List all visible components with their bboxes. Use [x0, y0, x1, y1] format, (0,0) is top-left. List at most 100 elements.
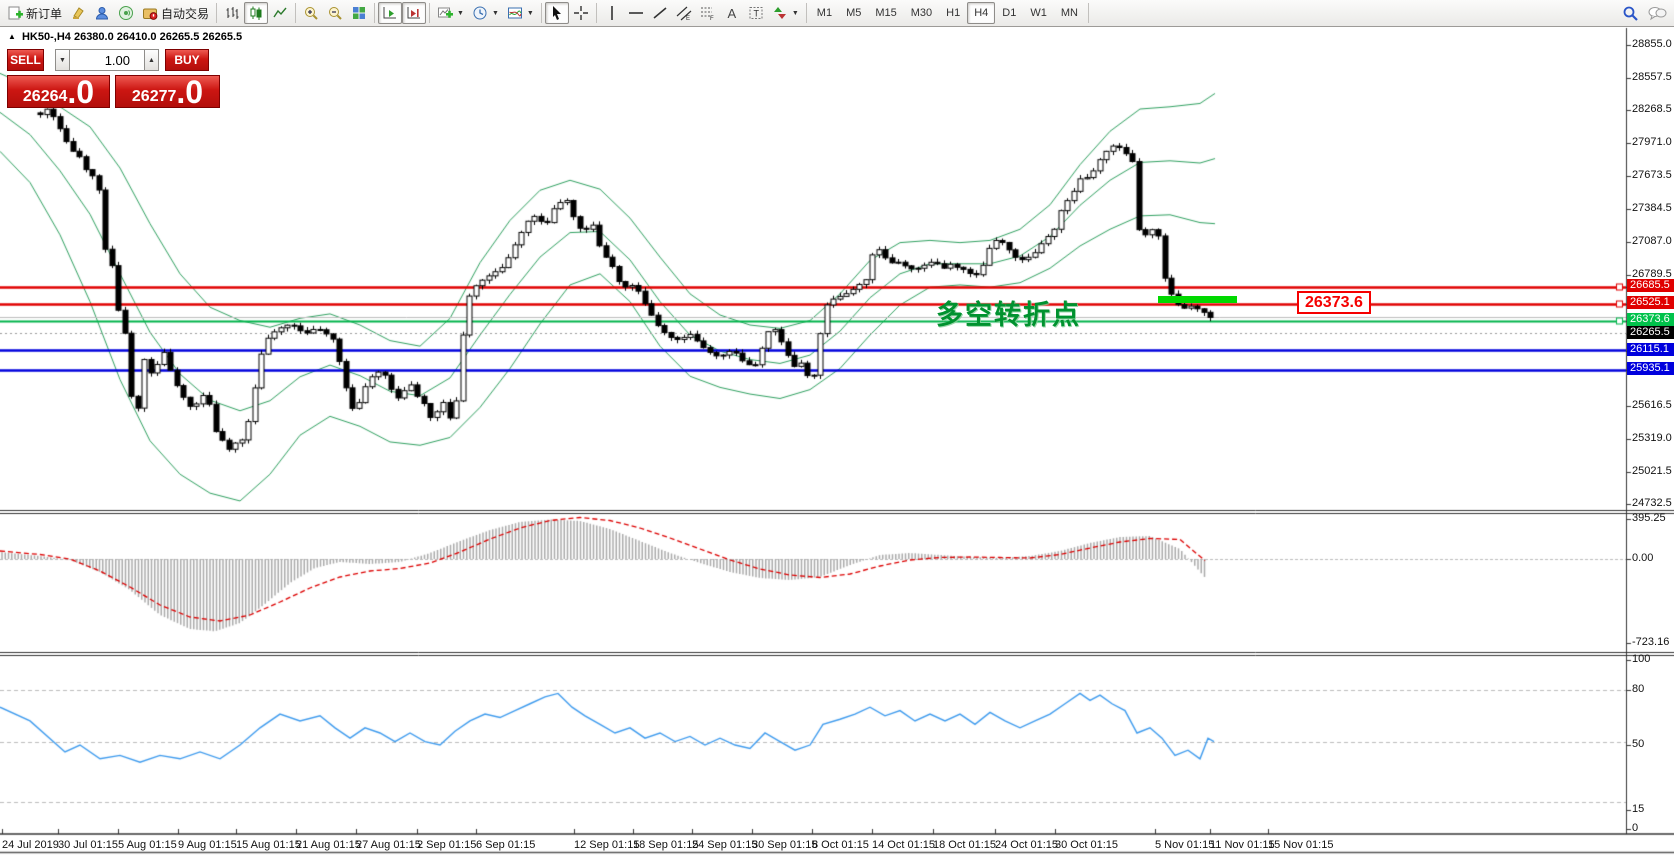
volume-increase-button[interactable]: ▲: [144, 49, 159, 71]
mt4-window: { "toolbar": { "new_order_label": "新订单",…: [0, 0, 1674, 863]
indicators-icon: [437, 5, 453, 21]
auto-scroll-icon: [382, 5, 398, 21]
toolbar-separator: [596, 3, 597, 23]
new-order-icon: [7, 5, 23, 21]
signals-icon: [118, 5, 134, 21]
fibonacci-tool-button[interactable]: F: [696, 2, 720, 24]
fibonacci-icon: F: [700, 5, 716, 21]
auto-scroll-button[interactable]: [378, 2, 402, 24]
volume-decrease-button[interactable]: ▼: [55, 49, 70, 71]
signals-button[interactable]: [114, 2, 138, 24]
timeframe-M15[interactable]: M15: [868, 2, 903, 24]
auto-trading-button[interactable]: 自动交易: [138, 2, 213, 24]
svg-text:T: T: [753, 9, 759, 19]
toolbar-separator: [1088, 3, 1089, 23]
line-chart-mode-button[interactable]: [268, 2, 292, 24]
timeframe-H4[interactable]: H4: [967, 2, 995, 24]
sell-price-frac: .0: [67, 80, 94, 105]
buy-price-frac: .0: [176, 80, 203, 105]
sell-price-display[interactable]: 26264.0: [7, 75, 110, 108]
vertical-line-tool-button[interactable]: [600, 2, 624, 24]
chat-button[interactable]: [1643, 2, 1671, 24]
timeframe-H1[interactable]: H1: [939, 2, 967, 24]
vertical-line-icon: [604, 5, 620, 21]
sell-price-int: 26264: [23, 89, 68, 105]
trendline-icon: [652, 5, 668, 21]
dropdown-caret-icon: ▼: [527, 10, 534, 17]
crosshair-tool-button[interactable]: [569, 2, 593, 24]
zoom-in-icon: [303, 5, 319, 21]
timeframe-M30[interactable]: M30: [904, 2, 939, 24]
buy-price-display[interactable]: 26277.0: [115, 75, 220, 108]
main-toolbar: 新订单 自动交易 ▼ ▼ ▼ E F A T ▼ M1M5M15M30H1H4D…: [0, 0, 1674, 27]
svg-text:F: F: [710, 16, 714, 21]
clock-icon: [472, 5, 488, 21]
horizontal-line-icon: [628, 5, 644, 21]
timeframe-group: M1M5M15M30H1H4D1W1MN: [810, 2, 1085, 24]
label-icon: T: [748, 5, 764, 21]
toolbar-separator: [806, 3, 807, 23]
buy-price-int: 26277: [132, 89, 177, 105]
zoom-out-icon: [327, 5, 343, 21]
timeframe-D1[interactable]: D1: [995, 2, 1023, 24]
candlestick-mode-button[interactable]: [244, 2, 268, 24]
sell-button[interactable]: SELL: [7, 49, 44, 71]
svg-text:E: E: [686, 16, 690, 21]
buy-button[interactable]: BUY: [165, 49, 209, 71]
text-icon: A: [728, 6, 737, 21]
chart-shift-button[interactable]: [402, 2, 426, 24]
turning-point-annotation: 多空转折点: [936, 293, 1081, 332]
toolbar-separator: [295, 3, 296, 23]
tile-windows-button[interactable]: [347, 2, 371, 24]
indicators-button[interactable]: ▼: [433, 2, 468, 24]
text-tool-button[interactable]: A: [720, 2, 744, 24]
dropdown-caret-icon: ▼: [792, 10, 799, 17]
trendline-tool-button[interactable]: [648, 2, 672, 24]
dropdown-caret-icon: ▼: [492, 10, 499, 17]
arrows-tool-button[interactable]: ▼: [768, 2, 803, 24]
zoom-out-button[interactable]: [323, 2, 347, 24]
candlestick-icon: [248, 5, 264, 21]
profiles-button[interactable]: [90, 2, 114, 24]
line-chart-icon: [272, 5, 288, 21]
channel-tool-button[interactable]: E: [672, 2, 696, 24]
toolbar-separator: [374, 3, 375, 23]
chat-icon: [1647, 5, 1667, 21]
toolbar-separator: [541, 3, 542, 23]
volume-input[interactable]: [70, 49, 144, 71]
search-button[interactable]: [1618, 2, 1643, 24]
new-order-button[interactable]: 新订单: [3, 2, 66, 24]
templates-icon: [507, 5, 523, 21]
highlighter-button[interactable]: [66, 2, 90, 24]
templates-button[interactable]: ▼: [503, 2, 538, 24]
crosshair-icon: [573, 5, 589, 21]
highlighter-icon: [70, 5, 86, 21]
cursor-icon: [549, 5, 565, 21]
timeframe-MN[interactable]: MN: [1054, 2, 1085, 24]
label-tool-button[interactable]: T: [744, 2, 768, 24]
collapse-trade-panel-icon[interactable]: ▲: [8, 32, 16, 41]
profiles-icon: [94, 5, 110, 21]
chart-title-symbol: HK50-,H4: [22, 31, 71, 43]
periods-button[interactable]: ▼: [468, 2, 503, 24]
search-icon: [1622, 5, 1639, 22]
timeframe-W1[interactable]: W1: [1023, 2, 1054, 24]
chart-title: ▲ HK50-,H4 26380.0 26410.0 26265.5 26265…: [8, 31, 242, 43]
new-order-label: 新订单: [26, 5, 62, 22]
one-click-trade-panel: SELL ▼ ▲ BUY 26264.0 26277.0: [7, 49, 221, 108]
cursor-tool-button[interactable]: [545, 2, 569, 24]
bar-chart-mode-button[interactable]: [220, 2, 244, 24]
arrows-icon: [772, 5, 788, 21]
horizontal-line-tool-button[interactable]: [624, 2, 648, 24]
tile-windows-icon: [351, 5, 367, 21]
bar-chart-icon: [224, 5, 240, 21]
auto-trading-icon: [142, 5, 158, 21]
dropdown-caret-icon: ▼: [457, 10, 464, 17]
timeframe-M1[interactable]: M1: [810, 2, 839, 24]
zoom-in-button[interactable]: [299, 2, 323, 24]
chart-canvas[interactable]: [0, 0, 1674, 863]
timeframe-M5[interactable]: M5: [839, 2, 868, 24]
price-flag-annotation: 26373.6: [1297, 291, 1371, 314]
chart-title-ohlc: 26380.0 26410.0 26265.5 26265.5: [74, 31, 242, 43]
toolbar-separator: [216, 3, 217, 23]
